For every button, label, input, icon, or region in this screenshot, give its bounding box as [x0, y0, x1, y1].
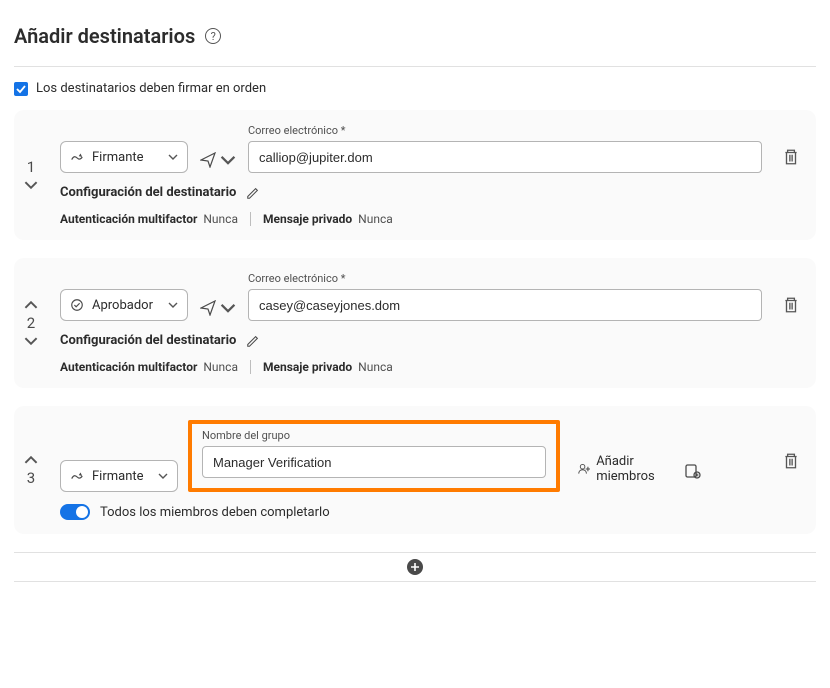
all-members-toggle-label: Todos los miembros deben completarlo	[100, 505, 330, 520]
recipient-number: 1	[27, 158, 35, 176]
add-user-icon	[578, 461, 590, 477]
send-icon	[200, 300, 216, 316]
add-recipient-bar	[14, 552, 816, 582]
group-name-field[interactable]	[202, 446, 546, 478]
email-field[interactable]	[248, 141, 762, 173]
mfa-value: Nunca	[203, 360, 238, 374]
role-selector[interactable]: Firmante	[60, 460, 178, 492]
role-selector[interactable]: Firmante	[60, 141, 188, 173]
pen-icon	[70, 469, 84, 483]
check-circle-icon	[70, 298, 84, 312]
chevron-down-icon	[158, 471, 168, 481]
send-icon	[200, 152, 216, 168]
recipient-number: 2	[27, 314, 35, 332]
add-members-label: Añadir miembros	[596, 454, 672, 484]
group-settings-button[interactable]	[684, 462, 702, 492]
sign-in-order-label: Los destinatarios deben firmar en orden	[36, 81, 266, 96]
chevron-down-icon[interactable]	[24, 178, 38, 192]
edit-icon[interactable]	[246, 334, 260, 348]
email-label: Correo electrónico *	[248, 124, 762, 137]
chevron-down-icon	[168, 300, 178, 310]
pen-icon	[70, 150, 84, 164]
privmsg-value: Nunca	[358, 360, 393, 374]
privmsg-label: Mensaje privado	[263, 360, 352, 374]
add-recipient-button[interactable]	[407, 559, 423, 575]
delivery-method-selector[interactable]	[200, 152, 236, 173]
chevron-up-icon[interactable]	[24, 453, 38, 467]
delete-recipient-button[interactable]	[782, 296, 800, 314]
reorder-handle[interactable]: 1	[14, 110, 48, 240]
sign-in-order-checkbox[interactable]	[14, 82, 28, 96]
mfa-label: Autenticación multifactor	[60, 360, 197, 374]
group-name-label: Nombre del grupo	[202, 429, 546, 442]
role-text: Aprobador	[92, 298, 160, 313]
privmsg-label: Mensaje privado	[263, 212, 352, 226]
reorder-handle[interactable]: 2	[14, 258, 48, 388]
email-label: Correo electrónico *	[248, 272, 762, 285]
mfa-value: Nunca	[203, 212, 238, 226]
chevron-down-icon[interactable]	[24, 334, 38, 348]
email-field[interactable]	[248, 289, 762, 321]
privmsg-value: Nunca	[358, 212, 393, 226]
meta-separator	[250, 212, 251, 226]
page-title: Añadir destinatarios	[14, 24, 195, 48]
chevron-down-icon	[168, 152, 178, 162]
recipient-card: 2 Aprobador Correo electrónico * Configu…	[14, 258, 816, 388]
section-divider	[14, 66, 816, 67]
all-members-toggle[interactable]	[60, 504, 90, 520]
reorder-handle[interactable]: 3	[14, 406, 48, 534]
chevron-up-icon[interactable]	[24, 298, 38, 312]
delivery-method-selector[interactable]	[200, 300, 236, 321]
delete-group-button[interactable]	[782, 452, 800, 470]
recipient-config-label: Configuración del destinatario	[60, 333, 236, 348]
mfa-label: Autenticación multifactor	[60, 212, 197, 226]
delete-recipient-button[interactable]	[782, 148, 800, 166]
recipient-config-label: Configuración del destinatario	[60, 185, 236, 200]
role-text: Firmante	[92, 150, 160, 165]
recipient-card: 1 Firmante Correo electrónico * Configur…	[14, 110, 816, 240]
role-selector[interactable]: Aprobador	[60, 289, 188, 321]
role-text: Firmante	[92, 469, 150, 484]
edit-icon[interactable]	[246, 186, 260, 200]
help-icon[interactable]: ?	[205, 28, 221, 44]
chevron-down-icon	[220, 152, 236, 168]
recipient-number: 3	[27, 469, 35, 487]
meta-separator	[250, 360, 251, 374]
recipient-group-card: 3 Firmante Nombre del grupo Añadir miemb…	[14, 406, 816, 534]
add-members-button[interactable]: Añadir miembros	[578, 454, 672, 492]
chevron-down-icon	[220, 300, 236, 316]
group-name-highlight: Nombre del grupo	[188, 420, 560, 492]
